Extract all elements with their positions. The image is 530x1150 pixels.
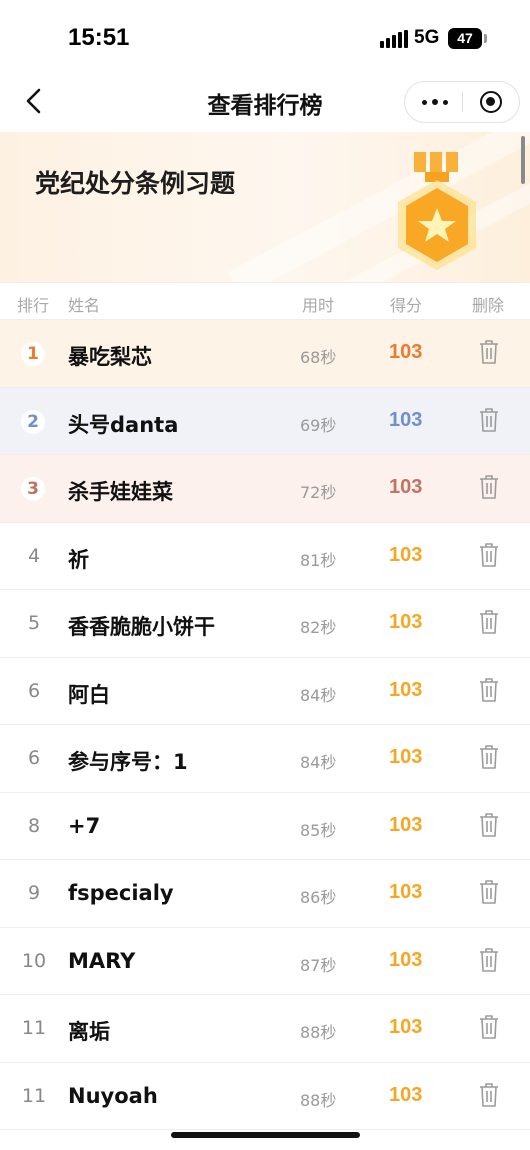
score: 103 bbox=[389, 813, 423, 836]
table-row: 6 阿白 84秒 103 bbox=[0, 658, 530, 725]
trash-icon[interactable] bbox=[478, 609, 500, 635]
time-used: 87秒 bbox=[300, 955, 337, 975]
time-used: 88秒 bbox=[300, 1023, 337, 1042]
table-row: 5 香香脆脆小饼干 82秒 103 bbox=[0, 590, 530, 658]
time-used: 81秒 bbox=[300, 550, 337, 570]
table-row: 11 Nuyoah 88秒 103 bbox=[0, 1063, 530, 1130]
player-name: 祈 bbox=[68, 547, 89, 572]
network-type: 5G bbox=[414, 27, 440, 48]
player-name: 离垢 bbox=[68, 1020, 110, 1044]
navigation-bar: 查看排行榜 bbox=[0, 70, 530, 132]
time-used: 68秒 bbox=[300, 348, 337, 367]
header-time: 用时 bbox=[302, 296, 335, 315]
trash-icon[interactable] bbox=[478, 1014, 500, 1040]
player-name: 暴吃梨芯 bbox=[68, 345, 152, 369]
time-used: 88秒 bbox=[300, 1090, 337, 1110]
player-name: 参与序号：1 bbox=[68, 750, 188, 774]
medal-icon bbox=[398, 152, 476, 270]
capsule-divider bbox=[462, 92, 463, 112]
rank-number: 4 bbox=[27, 544, 41, 567]
trash-icon[interactable] bbox=[478, 744, 500, 770]
rank-number: 6 bbox=[27, 679, 41, 702]
time-used: 85秒 bbox=[300, 820, 337, 840]
table-row: 10 MARY 87秒 103 bbox=[0, 928, 530, 995]
time-used: 86秒 bbox=[300, 888, 337, 907]
time-used: 84秒 bbox=[300, 685, 337, 705]
time-used: 72秒 bbox=[300, 483, 337, 502]
rank-badge: 1 bbox=[21, 342, 45, 366]
trash-icon[interactable] bbox=[478, 339, 500, 365]
quiz-title: 党纪处分条例习题 bbox=[35, 169, 236, 198]
score: 103 bbox=[389, 341, 423, 363]
table-header: 排行 姓名 用时 得分 删除 bbox=[0, 282, 530, 320]
table-row: 3 杀手娃娃菜 72秒 103 bbox=[0, 455, 530, 523]
score: 103 bbox=[389, 1016, 423, 1038]
score: 103 bbox=[389, 1083, 423, 1106]
table-row: 8 +7 85秒 103 bbox=[0, 793, 530, 860]
mini-program-capsule bbox=[404, 81, 520, 123]
ranking-list: 1 暴吃梨芯 68秒 103 2 头号danta 69秒 103 3 杀手娃娃菜… bbox=[0, 320, 530, 1130]
score: 103 bbox=[389, 678, 423, 701]
player-name: Nuyoah bbox=[68, 1083, 158, 1108]
trash-icon[interactable] bbox=[478, 474, 500, 500]
trash-icon[interactable] bbox=[478, 542, 500, 568]
quiz-banner: 党纪处分条例习题 bbox=[0, 132, 530, 282]
score: 103 bbox=[389, 611, 423, 633]
time-used: 82秒 bbox=[300, 618, 337, 637]
rank-number: 9 bbox=[27, 882, 41, 904]
score: 103 bbox=[389, 408, 423, 431]
trash-icon[interactable] bbox=[478, 879, 500, 905]
trash-icon[interactable] bbox=[478, 947, 500, 973]
trash-icon[interactable] bbox=[478, 407, 500, 433]
time-used: 69秒 bbox=[300, 415, 337, 435]
table-row: 4 祈 81秒 103 bbox=[0, 523, 530, 590]
target-close-icon[interactable] bbox=[480, 91, 502, 113]
player-name: 头号danta bbox=[68, 412, 179, 437]
trash-icon[interactable] bbox=[478, 677, 500, 703]
more-dots-icon[interactable] bbox=[420, 93, 450, 111]
player-name: 杀手娃娃菜 bbox=[68, 480, 173, 504]
rank-number: 10 bbox=[21, 949, 47, 972]
rank-number: 8 bbox=[27, 814, 41, 837]
player-name: fspecialy bbox=[68, 881, 174, 905]
table-row: 11 离垢 88秒 103 bbox=[0, 995, 530, 1063]
score: 103 bbox=[389, 543, 423, 566]
time-used: 84秒 bbox=[300, 753, 337, 772]
score: 103 bbox=[389, 881, 423, 903]
rank-number: 11 bbox=[21, 1017, 47, 1039]
status-bar: 15:51 5G 47 bbox=[0, 0, 530, 70]
score: 103 bbox=[389, 746, 423, 768]
signal-icon bbox=[380, 30, 408, 48]
rank-number: 6 bbox=[27, 747, 41, 769]
rank-badge: 2 bbox=[21, 409, 45, 434]
score: 103 bbox=[389, 948, 423, 971]
player-name: 香香脆脆小饼干 bbox=[68, 615, 215, 639]
player-name: +7 bbox=[68, 813, 101, 838]
header-rank: 排行 bbox=[17, 296, 50, 315]
home-indicator[interactable] bbox=[171, 1132, 360, 1138]
table-row: 9 fspecialy 86秒 103 bbox=[0, 860, 530, 928]
status-time: 15:51 bbox=[68, 24, 130, 51]
header-score: 得分 bbox=[390, 296, 423, 315]
table-row: 1 暴吃梨芯 68秒 103 bbox=[0, 320, 530, 388]
battery-icon: 47 bbox=[448, 28, 487, 49]
scrollbar[interactable] bbox=[521, 136, 525, 184]
header-name: 姓名 bbox=[68, 296, 101, 315]
rank-number: 11 bbox=[21, 1084, 47, 1107]
rank-number: 5 bbox=[27, 612, 41, 634]
score: 103 bbox=[389, 476, 423, 498]
trash-icon[interactable] bbox=[478, 1082, 500, 1108]
rank-badge: 3 bbox=[21, 477, 45, 501]
player-name: MARY bbox=[68, 948, 136, 973]
header-delete: 删除 bbox=[472, 296, 505, 315]
table-row: 6 参与序号：1 84秒 103 bbox=[0, 725, 530, 793]
player-name: 阿白 bbox=[68, 682, 110, 707]
table-row: 2 头号danta 69秒 103 bbox=[0, 387, 530, 455]
trash-icon[interactable] bbox=[478, 812, 500, 838]
